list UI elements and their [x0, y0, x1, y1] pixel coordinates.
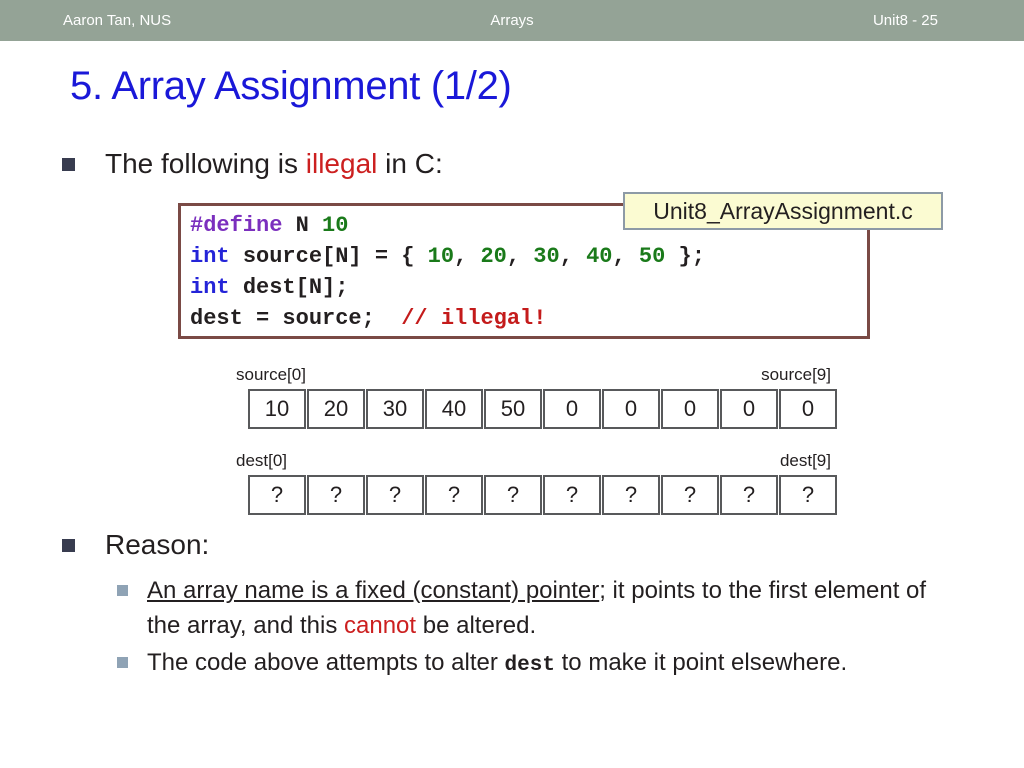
array-cell: 0 — [543, 389, 601, 429]
array-dest-label-last: dest[9] — [779, 451, 831, 470]
array-cell: ? — [248, 475, 306, 515]
page-title: 5. Array Assignment (1/2) — [70, 64, 512, 108]
array-source-cells: 10 20 30 40 50 0 0 0 0 0 — [248, 389, 837, 429]
code-token: dest = source; — [190, 306, 402, 331]
code-token: int — [190, 244, 243, 269]
bullet-reason-1-underlined: An array name is a fixed (constant) poin… — [147, 577, 600, 604]
code-token: N — [295, 213, 323, 238]
bullet-following-post: in C: — [377, 148, 443, 179]
code-token: , — [454, 244, 481, 269]
array-dest-label-first: dest[0] — [236, 451, 288, 470]
code-line: dest = source; // illegal! — [190, 303, 705, 334]
code-line: int dest[N]; — [190, 272, 705, 303]
bullet-following-illegal: The following is illegal in C: — [62, 146, 443, 182]
bullet-reason-label: Reason: — [105, 529, 210, 560]
array-cell: 0 — [720, 389, 778, 429]
array-cell: ? — [425, 475, 483, 515]
filename-callout-label: Unit8_ArrayAssignment.c — [653, 197, 913, 224]
code-token: 10 — [427, 244, 455, 269]
bullet-following-text: The following is illegal in C: — [105, 146, 443, 182]
bullet-reason-item-1: An array name is a fixed (constant) poin… — [117, 573, 957, 643]
code-token: 20 — [480, 244, 507, 269]
array-cell: ? — [543, 475, 601, 515]
code-token: #define — [190, 213, 296, 238]
code-token: , — [559, 244, 587, 269]
bullet-reason-item-2: The code above attempts to alter dest to… — [117, 645, 957, 683]
array-cell: ? — [602, 475, 660, 515]
bullet-reason-item-1-text: An array name is a fixed (constant) poin… — [147, 573, 957, 643]
array-cell: 0 — [602, 389, 660, 429]
array-cell: ? — [720, 475, 778, 515]
bullet-square-icon — [117, 585, 128, 596]
array-cell: 10 — [248, 389, 306, 429]
code-token: 10 — [322, 213, 349, 238]
array-source-label-last: source[9] — [761, 365, 831, 384]
array-cell: 20 — [307, 389, 365, 429]
header-page-number: Unit8 - 25 — [872, 12, 938, 29]
bullet-square-icon — [62, 539, 75, 552]
code-token: , — [612, 244, 639, 269]
slide-header-bar: Aaron Tan, NUS Arrays Unit8 - 25 — [0, 0, 1024, 41]
bullet-square-icon — [62, 158, 75, 171]
array-cell: 30 — [366, 389, 424, 429]
filename-callout: Unit8_ArrayAssignment.c — [623, 192, 943, 230]
code-line: int source[N] = { 10, 20, 30, 40, 50 }; — [190, 241, 705, 272]
code-token: source[N] = { — [242, 244, 428, 269]
bullet-reason-1-post: be altered. — [416, 612, 537, 639]
array-cell: ? — [661, 475, 719, 515]
array-cell: 0 — [661, 389, 719, 429]
bullet-reason-2-pre: The code above attempts to alter — [147, 649, 505, 676]
bullet-reason-1-emphasis: cannot — [344, 612, 417, 639]
array-diagram-source: source[0] source[9] 10 20 30 40 50 0 0 0 0 0 — [236, 365, 837, 429]
array-source-labels: source[0] source[9] — [236, 365, 831, 387]
code-token: dest[N]; — [242, 275, 349, 300]
code-token: // illegal! — [401, 306, 547, 331]
array-cell: 50 — [484, 389, 542, 429]
bullet-following-pre: The following is — [105, 148, 306, 179]
array-cell: ? — [779, 475, 837, 515]
bullet-following-emphasis: illegal — [305, 148, 378, 179]
array-diagram-dest: dest[0] dest[9] ?????????? — [236, 451, 837, 515]
code-token: int — [190, 275, 243, 300]
array-cell: ? — [307, 475, 365, 515]
bullet-square-icon — [117, 657, 128, 668]
array-dest-labels: dest[0] dest[9] — [236, 451, 831, 473]
code-token: 30 — [533, 244, 560, 269]
array-dest-cells: ?????????? — [248, 475, 837, 515]
bullet-reason-2-post: to make it point elsewhere. — [554, 649, 848, 676]
array-source-label-first: source[0] — [236, 365, 306, 384]
code-token: , — [506, 244, 534, 269]
array-cell: 0 — [779, 389, 837, 429]
bullet-reason-heading: Reason: — [62, 527, 209, 563]
code-token: 50 — [638, 244, 666, 269]
array-cell: ? — [484, 475, 542, 515]
code-token: }; — [665, 244, 705, 269]
bullet-reason-2-code: dest — [504, 654, 555, 677]
bullet-reason-item-2-text: The code above attempts to alter dest to… — [147, 645, 847, 683]
code-token: 40 — [586, 244, 613, 269]
array-cell: ? — [366, 475, 424, 515]
array-cell: 40 — [425, 389, 483, 429]
